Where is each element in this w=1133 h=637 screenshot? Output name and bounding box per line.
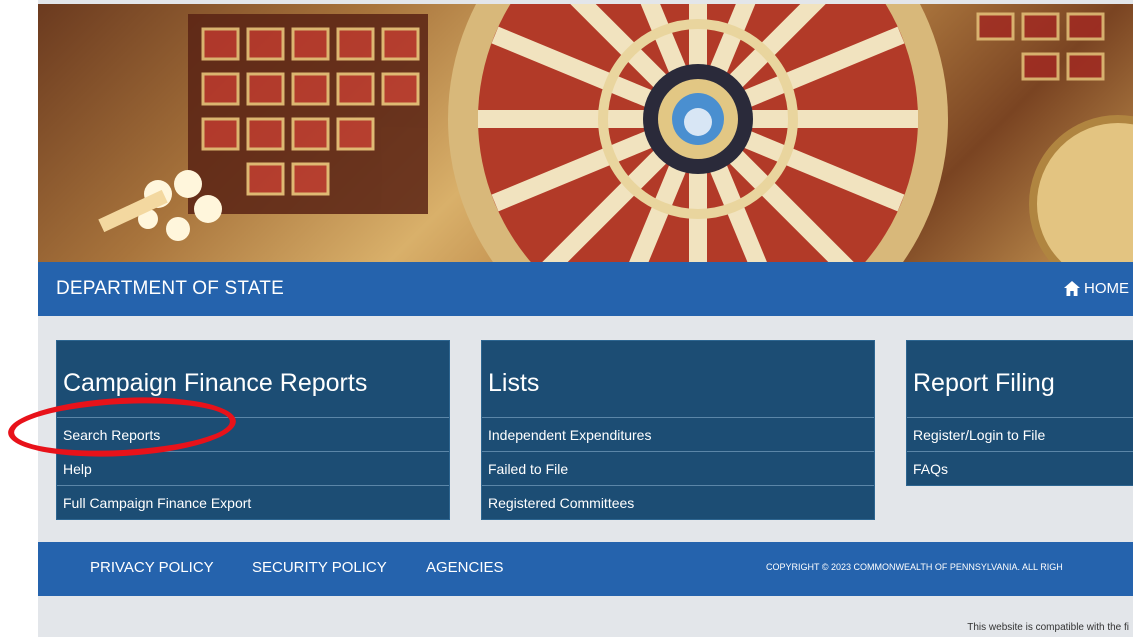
full-campaign-finance-export-link[interactable]: Full Campaign Finance Export xyxy=(57,485,449,519)
register-login-to-file-link[interactable]: Register/Login to File xyxy=(907,417,1133,451)
panel-title-report-filing: Report Filing xyxy=(913,369,1055,397)
faqs-link[interactable]: FAQs xyxy=(907,451,1133,485)
home-link-label: HOME xyxy=(1084,280,1129,297)
copyright-notice: COPYRIGHT © 2023 COMMONWEALTH OF PENNSYL… xyxy=(766,562,1063,572)
left-margin xyxy=(0,0,38,637)
browser-compatibility-note: This website is compatible with the fi xyxy=(967,622,1129,633)
security-policy-link[interactable]: SECURITY POLICY xyxy=(252,559,387,576)
registered-committees-link[interactable]: Registered Committees xyxy=(482,485,874,519)
site-header-bar: DEPARTMENT OF STATE HOME xyxy=(38,262,1133,316)
home-link[interactable]: HOME xyxy=(1064,280,1129,297)
report-filing-panel: Report Filing Register/Login to File FAQ… xyxy=(906,340,1133,486)
site-footer-bar: PRIVACY POLICY SECURITY POLICY AGENCIES … xyxy=(38,542,1133,596)
independent-expenditures-link[interactable]: Independent Expenditures xyxy=(482,417,874,451)
lists-panel: Lists Independent Expenditures Failed to… xyxy=(481,340,875,520)
failed-to-file-link[interactable]: Failed to File xyxy=(482,451,874,485)
page: DEPARTMENT OF STATE HOME Campaign Financ… xyxy=(38,0,1133,637)
site-title: DEPARTMENT OF STATE xyxy=(56,278,284,299)
home-icon xyxy=(1064,281,1080,296)
panel-title-lists: Lists xyxy=(488,369,540,397)
privacy-policy-link[interactable]: PRIVACY POLICY xyxy=(90,559,214,576)
capitol-dome-banner-image xyxy=(38,4,1133,262)
agencies-link[interactable]: AGENCIES xyxy=(426,559,504,576)
